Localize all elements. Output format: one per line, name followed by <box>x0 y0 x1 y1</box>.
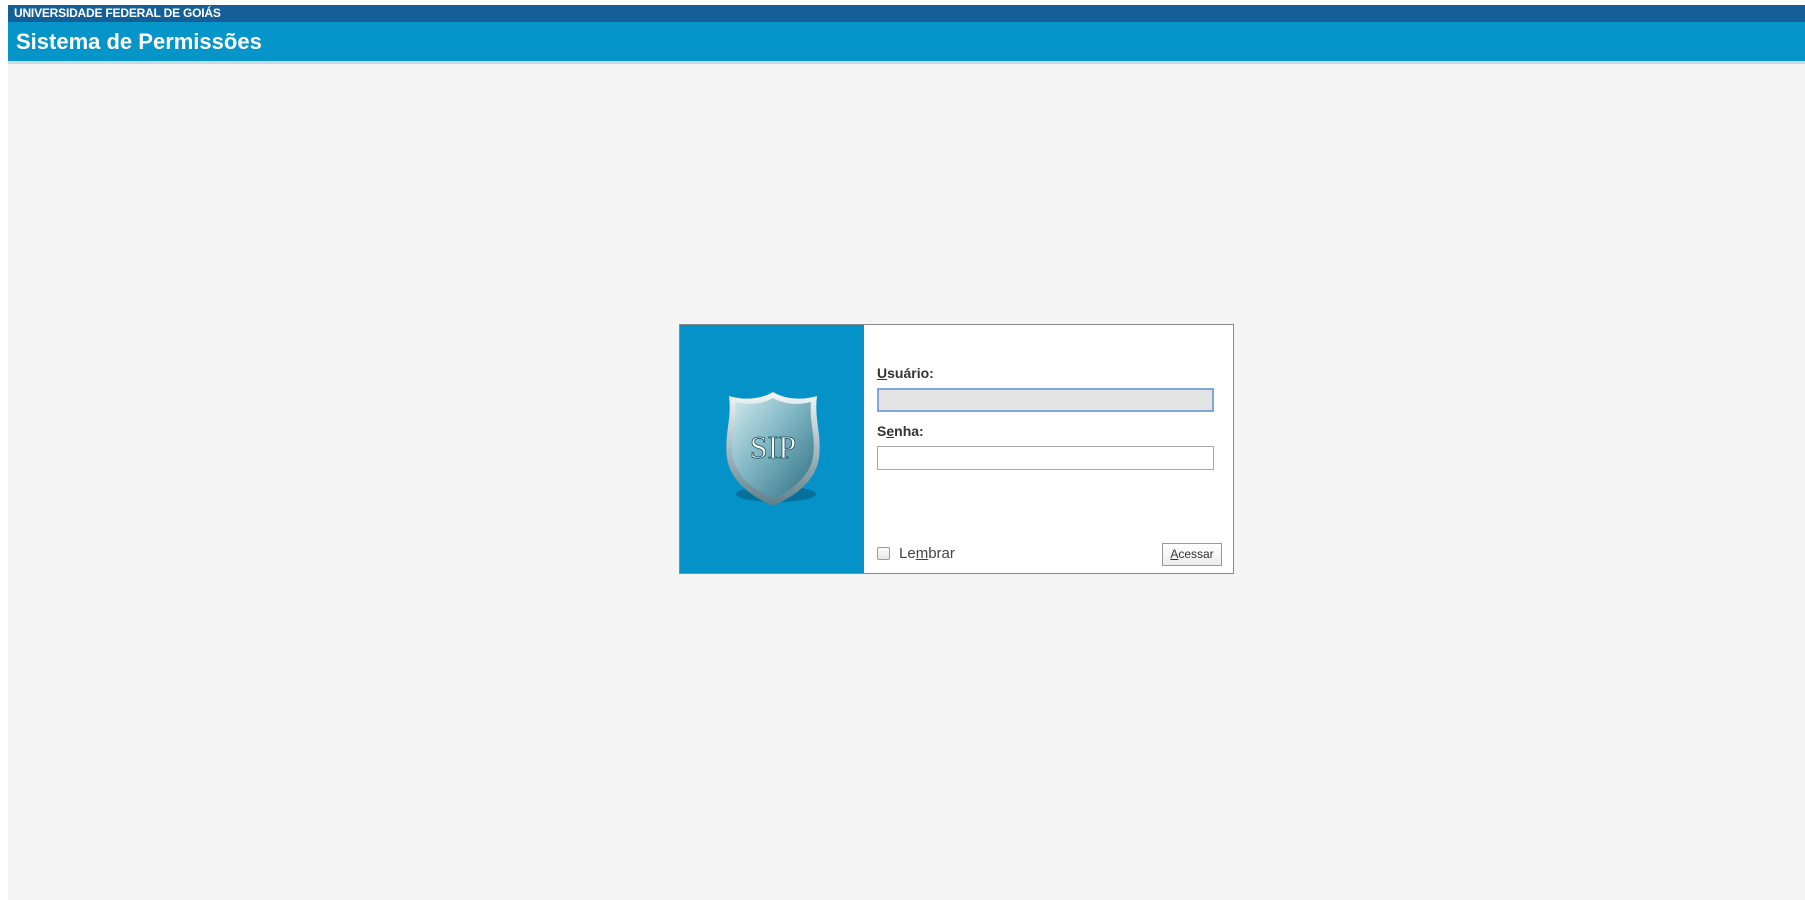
remember-label-accesskey: m <box>915 545 929 562</box>
remember-checkbox[interactable] <box>877 547 890 560</box>
user-label: Usuário: <box>877 365 934 381</box>
logo-text: SIP <box>750 429 796 465</box>
login-box: SIP Usuário: Senha: Lembrar Acessar <box>679 324 1234 574</box>
password-label-first: S <box>877 423 887 439</box>
user-input[interactable] <box>877 388 1214 412</box>
system-title: Sistema de Permissões <box>16 29 262 54</box>
user-label-accesskey: U <box>877 365 888 381</box>
user-label-text: suário: <box>887 365 934 381</box>
remember-label-post: brar <box>928 545 955 562</box>
login-logo-panel: SIP <box>680 325 864 573</box>
password-label-text: nha: <box>894 423 924 439</box>
password-input[interactable] <box>877 446 1214 470</box>
remember-label-pre: Le <box>899 545 916 562</box>
org-name-bar: UNIVERSIDADE FEDERAL DE GOIÁS <box>8 5 1805 22</box>
sip-shield-logo-icon: SIP <box>726 392 820 506</box>
system-title-bar: Sistema de Permissões <box>8 22 1805 64</box>
password-label: Senha: <box>877 423 924 439</box>
remember-option[interactable]: Lembrar <box>877 545 955 562</box>
access-button-text: cessar <box>1178 547 1214 561</box>
remember-label[interactable]: Lembrar <box>899 545 955 562</box>
password-label-accesskey: e <box>886 423 895 439</box>
org-name: UNIVERSIDADE FEDERAL DE GOIÁS <box>14 6 221 20</box>
access-button[interactable]: Acessar <box>1162 543 1222 566</box>
